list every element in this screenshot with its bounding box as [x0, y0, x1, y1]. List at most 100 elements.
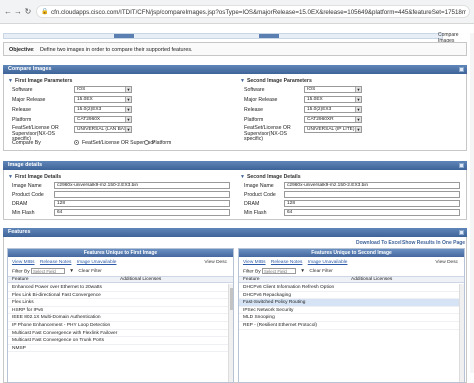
view-desc-link[interactable]: View Desc: [435, 260, 458, 265]
chevron-down-icon: ▼: [355, 127, 361, 132]
filter-icon[interactable]: ▼: [300, 269, 305, 274]
image-unavailable-link[interactable]: Image Unavailable: [308, 260, 348, 265]
collapse-icon[interactable]: [459, 67, 464, 72]
compare-images-body: ▼ First Image Parameters ▼ Second Image Pa…: [3, 74, 467, 151]
image-details-header: Image details: [3, 161, 467, 170]
first-major-release-value: 15.0EX: [77, 97, 93, 102]
chevron-down-icon: ▼: [125, 127, 131, 132]
reload-icon[interactable]: ↻: [24, 8, 32, 16]
chevron-down-icon: ▼: [355, 107, 361, 112]
first-release-select[interactable]: 15.0(2)EX3 ▼: [74, 106, 132, 113]
second-featureset-select[interactable]: UNIVERSAL (IP LITE) ▼: [304, 126, 362, 133]
feature-row[interactable]: Multicast Fast Convergence with Flexlink…: [8, 330, 233, 338]
first-filter-bar: Filter By Select Field ▼ Clear Filter: [12, 268, 102, 274]
download-excel-link[interactable]: Download To Excel: [356, 240, 401, 246]
clear-filter-button[interactable]: Clear Filter: [78, 269, 101, 274]
page-scrollbar[interactable]: [470, 33, 474, 373]
first-features-pane: Features Unique to First Image View MIBs…: [7, 248, 234, 383]
view-mibs-link[interactable]: View MIBs: [12, 260, 35, 265]
collapse-icon[interactable]: [459, 230, 464, 235]
second-features-pane: Features Unique to Second Image View MIB…: [238, 248, 465, 383]
address-bar[interactable]: 🔒 cfn.cloudapps.cisco.com/ITDIT/CFN/jsp/…: [36, 5, 470, 18]
feature-row[interactable]: DHCPv6 Client Information Refresh Option: [239, 284, 464, 292]
first-platform-select[interactable]: CAT2960X ▼: [74, 116, 132, 123]
scroll-thumb[interactable]: [230, 288, 233, 310]
second-dram-field[interactable]: 128: [284, 200, 460, 207]
first-min-flash-field[interactable]: 64: [54, 209, 230, 216]
second-major-release-value: 15.0EX: [307, 97, 323, 102]
release-notes-link[interactable]: Release Notes: [271, 260, 302, 265]
feature-row[interactable]: Flex Link Bi-directional Fast Convergenc…: [8, 292, 233, 300]
release-notes-link[interactable]: Release Notes: [40, 260, 71, 265]
features-title: Features: [8, 229, 31, 235]
clear-filter-button[interactable]: Clear Filter: [309, 269, 332, 274]
browser-toolbar: ← → ↻ 🔒 cfn.cloudapps.cisco.com/ITDIT/CF…: [0, 0, 474, 24]
feature-col-header[interactable]: Feature: [12, 277, 29, 283]
collapse-icon[interactable]: [459, 163, 464, 168]
compare-by-featureset-radio[interactable]: [74, 140, 79, 145]
view-mibs-link[interactable]: View MIBs: [243, 260, 266, 265]
feature-row[interactable]: Enhanced Power over Ethernet to 20watts: [8, 284, 233, 292]
tab-left[interactable]: [114, 34, 134, 38]
filter-icon[interactable]: ▼: [69, 269, 74, 274]
chevron-down-icon: ▼: [125, 107, 131, 112]
second-list-scrollbar[interactable]: [459, 284, 464, 382]
image-unavailable-link[interactable]: Image Unavailable: [77, 260, 117, 265]
second-major-release-select[interactable]: 15.0EX ▼: [304, 96, 362, 103]
chevron-down-icon: ▼: [355, 97, 361, 102]
feature-row[interactable]: DHCPv6 Repackaging: [239, 292, 464, 300]
second-min-flash-field[interactable]: 64: [284, 209, 460, 216]
image-name-label: Image Name: [244, 183, 274, 189]
first-software-value: IOS: [77, 87, 86, 92]
second-software-select[interactable]: IOS ▼: [304, 86, 362, 93]
features-header: Features: [3, 228, 467, 237]
show-results-link[interactable]: Show Results In One Page: [402, 240, 465, 246]
feature-row[interactable]: HSRP for IPv6: [8, 307, 233, 315]
feature-row[interactable]: Multicast Fast Convergence on Trunk Port…: [8, 337, 233, 345]
feature-row[interactable]: Flex Links: [8, 299, 233, 307]
second-image-params-title: Second Image Parameters: [246, 78, 312, 84]
back-icon[interactable]: ←: [4, 8, 12, 16]
top-tab-strip: [3, 33, 443, 39]
first-image-params-title: First Image Parameters: [14, 78, 73, 84]
first-image-name-field[interactable]: c2960x-universalk9-mz.150-2.EX3.bin: [54, 182, 230, 189]
second-filter-bar: Filter By Select Field ▼ Clear Filter: [243, 268, 333, 274]
feature-row[interactable]: MLD Snooping: [239, 314, 464, 322]
feature-row[interactable]: Fast-Switched Policy Routing: [239, 299, 464, 307]
first-column-headers: Feature Additional Licenses: [8, 276, 233, 283]
features-body: Download To Excel Show Results In One Pa…: [3, 237, 467, 383]
feature-row[interactable]: IEEE 802.1X Multi-Domain Authentication: [8, 314, 233, 322]
first-major-release-select[interactable]: 15.0EX ▼: [74, 96, 132, 103]
second-release-value: 15.0(2)EX3: [307, 107, 332, 112]
feature-row[interactable]: IPSec Network Security: [239, 307, 464, 315]
licenses-col-header[interactable]: Additional Licenses: [351, 277, 392, 283]
first-list-scrollbar[interactable]: [228, 284, 233, 382]
second-column-headers: Feature Additional Licenses: [239, 276, 464, 283]
first-release-value: 15.0(2)EX3: [77, 107, 102, 112]
first-featureset-select[interactable]: UNIVERSAL (LAN BASE ▼: [74, 126, 132, 133]
second-image-name-field[interactable]: c2960x-universalk9-mz.150-2.EX3.bin: [284, 182, 460, 189]
first-features-title: Features Unique to First Image: [8, 249, 233, 257]
licenses-col-header[interactable]: Additional Licenses: [120, 277, 161, 283]
page: Compare Images Objective : Define two im…: [0, 25, 474, 383]
forward-icon[interactable]: →: [14, 8, 22, 16]
second-product-code-field[interactable]: [284, 191, 460, 198]
feature-row[interactable]: REP - (Resilient Ethernet Protocol): [239, 322, 464, 330]
filter-field-select[interactable]: Select Field: [261, 268, 296, 274]
view-desc-link[interactable]: View Desc: [204, 260, 227, 265]
compare-by-platform-radio[interactable]: [144, 140, 149, 145]
first-features-list: Enhanced Power over Ethernet to 20watts F…: [8, 284, 233, 382]
second-release-select[interactable]: 15.0(2)EX3 ▼: [304, 106, 362, 113]
objective-colon: :: [33, 47, 35, 53]
first-software-select[interactable]: IOS ▼: [74, 86, 132, 93]
compare-images-title: Compare Images: [8, 66, 52, 72]
tab-right[interactable]: [259, 34, 279, 38]
objective-text: Define two images in order to compare th…: [40, 47, 193, 53]
feature-row[interactable]: IP Phone Enhancement - PHY Loop Detectio…: [8, 322, 233, 330]
feature-row[interactable]: NMSP: [8, 345, 233, 353]
feature-col-header[interactable]: Feature: [243, 277, 260, 283]
first-product-code-field[interactable]: [54, 191, 230, 198]
first-dram-field[interactable]: 128: [54, 200, 230, 207]
second-platform-select[interactable]: CAT2960XR ▼: [304, 116, 362, 123]
filter-field-select[interactable]: Select Field: [30, 268, 65, 274]
